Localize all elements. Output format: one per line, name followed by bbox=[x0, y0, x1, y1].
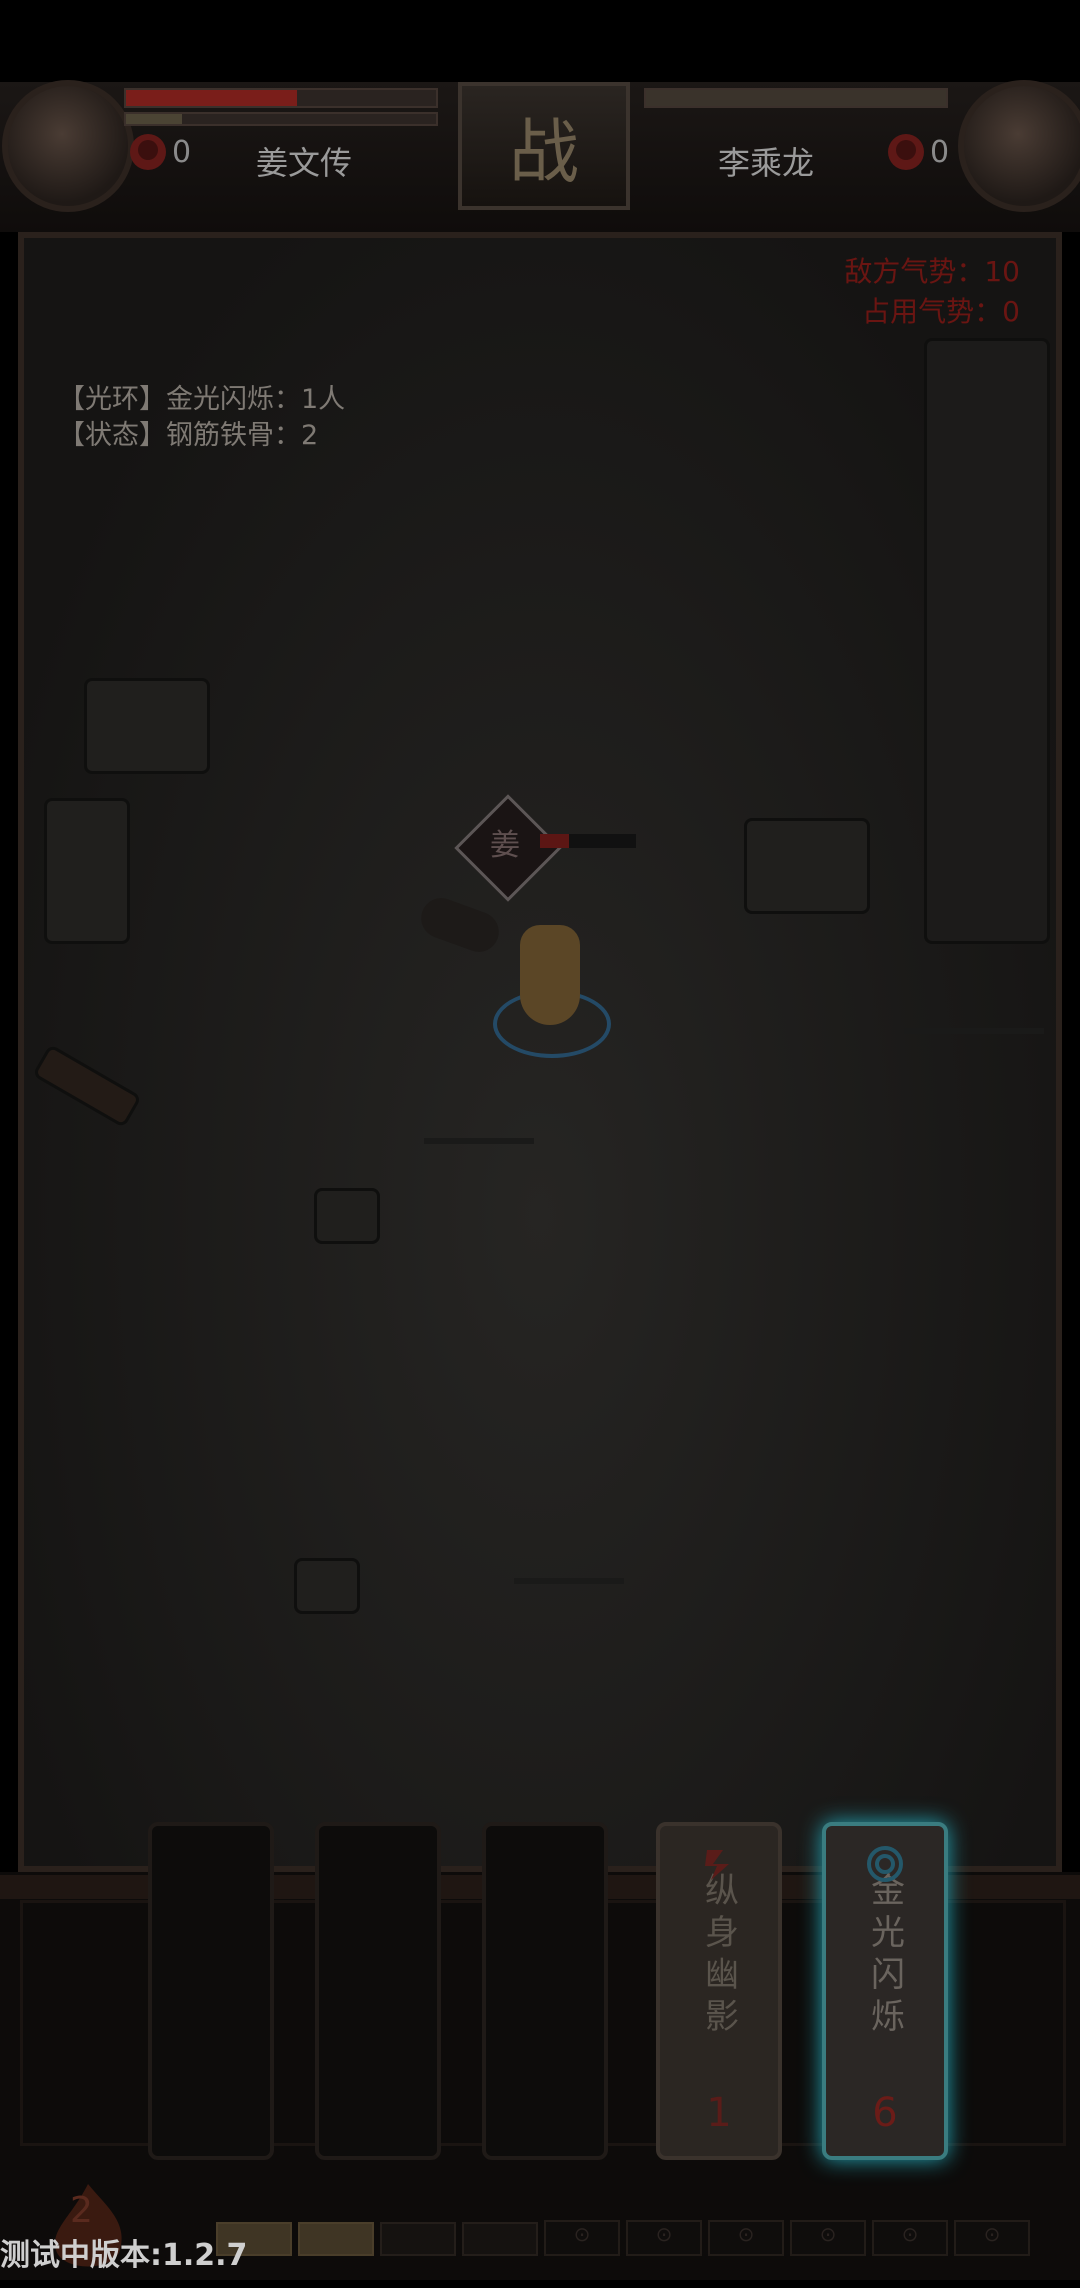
energy-slot bbox=[298, 2222, 374, 2256]
grass-tuft bbox=[904, 958, 1044, 1034]
locked-slot-lock-icon: ⊙ bbox=[872, 2220, 948, 2256]
enemy-qi: 敌方气势：10 bbox=[844, 255, 1020, 288]
version-label: 测试中版本:1.2.7 bbox=[0, 2238, 248, 2273]
battle-emblem: 战 bbox=[458, 82, 630, 210]
skill-card-jinguang-shanshuo[interactable]: 金光闪烁 6 bbox=[822, 1822, 948, 2160]
left-player-hp-fill bbox=[126, 90, 297, 106]
energy-slot bbox=[380, 2222, 456, 2256]
right-player-kills: 0 bbox=[888, 134, 949, 170]
right-player-hp-fill bbox=[646, 90, 946, 106]
status-buff: 【状态】钢筋铁骨：2 bbox=[58, 420, 319, 451]
ring-icon bbox=[867, 1846, 903, 1882]
ruined-wall bbox=[924, 338, 1050, 944]
skill-name: 金光闪烁 bbox=[864, 1872, 905, 2040]
left-player-energy-bar bbox=[124, 112, 438, 126]
skill-card-2[interactable] bbox=[315, 1822, 441, 2160]
character-hp-bar bbox=[540, 834, 636, 848]
skill-name: 纵身幽影 bbox=[698, 1872, 739, 2040]
right-player-hp-bar bbox=[644, 88, 948, 108]
locked-slot-lock-icon: ⊙ bbox=[544, 2220, 620, 2256]
skill-card-zongshen-youying[interactable]: 纵身幽影 1 bbox=[656, 1822, 782, 2160]
character-tag: 姜 bbox=[490, 828, 520, 863]
left-player-kills: 0 bbox=[130, 134, 191, 170]
left-player-avatar[interactable] bbox=[2, 80, 134, 212]
locked-slot-lock-icon: ⊙ bbox=[708, 2220, 784, 2256]
locked-slot-lock-icon: ⊙ bbox=[954, 2220, 1030, 2256]
person-icon bbox=[888, 134, 924, 170]
person-icon bbox=[130, 134, 166, 170]
left-player-name: 姜文传 bbox=[256, 144, 353, 182]
skill-card-3[interactable] bbox=[482, 1822, 608, 2160]
dash-icon bbox=[705, 1850, 729, 1880]
locked-slot-lock-icon: ⊙ bbox=[790, 2220, 866, 2256]
rubble bbox=[314, 1188, 380, 1244]
rubble bbox=[44, 798, 130, 944]
grass-tuft bbox=[514, 1508, 624, 1584]
status-bar-area bbox=[0, 0, 1080, 82]
occupied-qi: 占用气势：0 bbox=[862, 295, 1020, 328]
skill-count: 1 bbox=[706, 2090, 732, 2136]
rubble bbox=[84, 678, 210, 774]
enemy-qi-panel: 敌方气势：10 占用气势：0 bbox=[844, 252, 1020, 332]
rubble bbox=[744, 818, 870, 914]
player-character[interactable] bbox=[488, 905, 611, 1058]
aura-buff: 【光环】金光闪烁：1人 bbox=[58, 384, 346, 415]
character-body bbox=[520, 925, 580, 1025]
character-hp-fill bbox=[540, 834, 569, 848]
right-player-avatar[interactable] bbox=[958, 80, 1080, 212]
right-player-name: 李乘龙 bbox=[718, 144, 815, 182]
skill-count: 6 bbox=[872, 2090, 898, 2136]
skill-card-1[interactable] bbox=[148, 1822, 274, 2160]
broken-plank bbox=[32, 1043, 142, 1129]
grass-tuft bbox=[424, 1068, 534, 1144]
locked-slot-lock-icon: ⊙ bbox=[626, 2220, 702, 2256]
left-player-hp-bar bbox=[124, 88, 438, 108]
energy-count: 2 bbox=[70, 2190, 93, 2231]
energy-slot bbox=[462, 2222, 538, 2256]
buff-list: 【光环】金光闪烁：1人 【状态】钢筋铁骨：2 bbox=[58, 382, 345, 454]
rubble bbox=[294, 1558, 360, 1614]
